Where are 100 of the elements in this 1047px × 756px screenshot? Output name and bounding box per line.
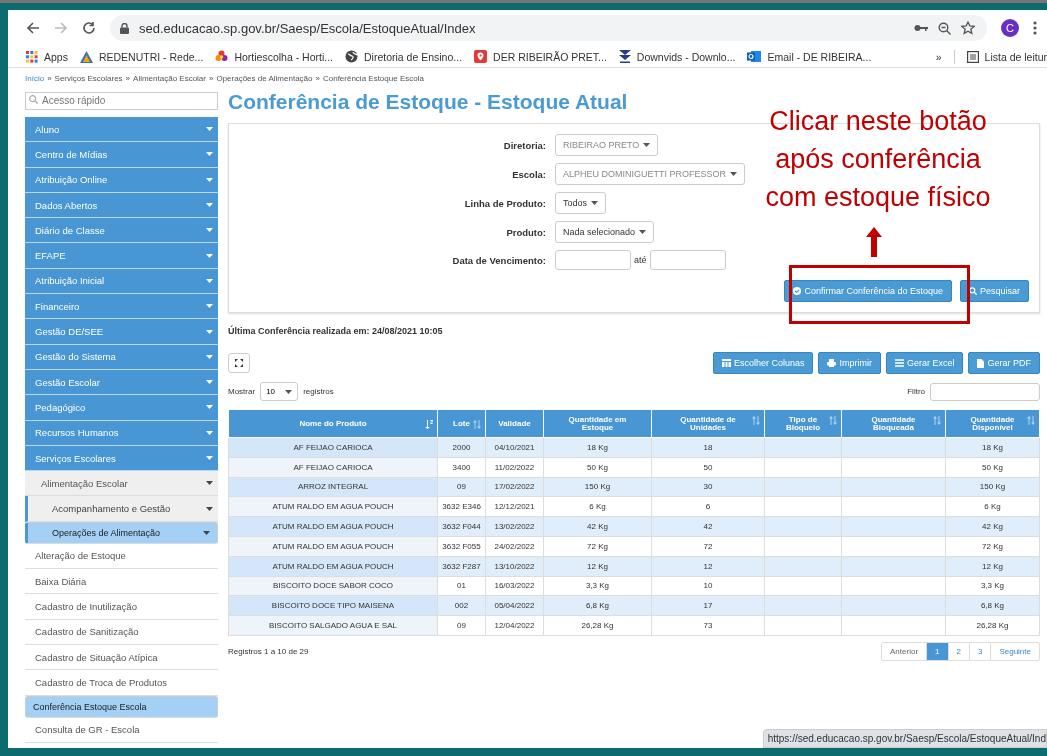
list-icon bbox=[894, 359, 904, 367]
table-icon bbox=[721, 359, 731, 367]
sidebar-menu-item[interactable]: Gestão Escolar bbox=[25, 369, 218, 396]
caret-icon bbox=[206, 304, 213, 309]
column-header[interactable]: Tipo de Bloqueio bbox=[764, 409, 842, 438]
sort-icon[interactable] bbox=[473, 419, 481, 429]
column-header[interactable]: Quantidade Disponível bbox=[945, 409, 1040, 438]
sidebar-menu-item[interactable]: Recursos Humanos bbox=[25, 420, 218, 446]
bookmark[interactable]: DER RIBEIRÃO PRET... bbox=[474, 50, 607, 63]
toolbar-button[interactable]: Escolher Colunas bbox=[712, 352, 814, 374]
column-header[interactable]: Nome do Produto bbox=[228, 409, 438, 438]
table-cell: ATUM RALDO EM AGUA POUCH bbox=[228, 516, 438, 537]
breadcrumb-link[interactable]: Serviços Escolares bbox=[54, 74, 123, 83]
page-button[interactable]: 2 bbox=[948, 642, 970, 660]
show-label: Mostrar bbox=[228, 387, 256, 396]
confirm-button[interactable]: Confirmar Conferência do Estoque bbox=[784, 280, 952, 302]
sidebar-menu-item[interactable]: Operações de Alimentação bbox=[25, 521, 218, 544]
forward-icon[interactable] bbox=[54, 21, 68, 35]
sidebar-menu-item[interactable]: EFAPE bbox=[25, 243, 218, 269]
expand-button[interactable] bbox=[228, 353, 250, 373]
star-icon[interactable] bbox=[961, 21, 975, 35]
apps-shortcut[interactable]: Apps bbox=[26, 50, 68, 63]
key-icon[interactable] bbox=[914, 24, 928, 32]
zoom-icon[interactable] bbox=[938, 21, 951, 35]
back-icon[interactable] bbox=[26, 21, 40, 35]
search-button[interactable]: Pesquisar bbox=[959, 280, 1029, 302]
breadcrumb-link[interactable]: Operações de Alimentação bbox=[216, 74, 313, 83]
search-field[interactable]: Acesso rápido bbox=[25, 91, 218, 110]
sort-icon[interactable] bbox=[752, 415, 760, 425]
sidebar-menu-item[interactable]: Pedagógico bbox=[25, 395, 218, 421]
caret-icon bbox=[206, 380, 213, 385]
sidebar-menu-item[interactable]: Atribuição Inicial bbox=[25, 268, 218, 295]
breadcrumb-separator: » bbox=[47, 74, 52, 83]
filter-field[interactable] bbox=[930, 382, 1040, 401]
column-header[interactable]: Validade bbox=[485, 409, 544, 438]
filter-label: Produto: bbox=[506, 226, 546, 238]
sidebar-menu-item[interactable]: Centro de Mídias bbox=[25, 142, 218, 168]
bookmark[interactable]: Downvids - Downlo... bbox=[618, 50, 736, 63]
range-separator: até bbox=[634, 255, 647, 265]
date-field[interactable] bbox=[555, 250, 631, 270]
sidebar-menu-item[interactable]: Acompanhamento e Gestão bbox=[25, 496, 218, 522]
breadcrumb-separator: » bbox=[125, 74, 131, 83]
bookmark[interactable]: Diretoria de Ensino... bbox=[345, 50, 463, 63]
table-cell: BISCOITO SALGADO AGUA E SAL bbox=[228, 615, 438, 636]
breadcrumb-link[interactable]: Conferência Estoque Escola bbox=[322, 74, 424, 83]
breadcrumb-link[interactable]: Início bbox=[25, 74, 45, 83]
toolbar-button[interactable]: Gerar PDF bbox=[968, 352, 1040, 374]
reading-list-button[interactable]: Lista de leitur bbox=[966, 50, 1047, 63]
sidebar-menu-item[interactable]: Atribuição Online bbox=[25, 167, 218, 193]
sort-icon[interactable] bbox=[933, 415, 941, 425]
annotation-text: Clicar neste botão após conferência com estoque físico bbox=[764, 105, 992, 214]
sort-icon[interactable] bbox=[1027, 415, 1035, 425]
column-header[interactable]: Quantidade Bloqueada bbox=[841, 409, 946, 438]
search-icon bbox=[968, 287, 977, 295]
next-page-button[interactable]: Seguinte bbox=[991, 642, 1039, 660]
bookmark[interactable]: Email - DE RIBEIRA... bbox=[747, 50, 872, 63]
page-button[interactable]: 1 bbox=[927, 642, 949, 660]
breadcrumb-separator: » bbox=[315, 74, 320, 83]
column-header[interactable]: Quantidade de Unidades bbox=[651, 409, 765, 438]
sort-icon[interactable] bbox=[829, 415, 837, 425]
filter-label: Linha de Produto: bbox=[464, 197, 546, 209]
dropdown[interactable]: Nada selecionado bbox=[555, 221, 655, 243]
page-size-dropdown[interactable]: 10 bbox=[260, 382, 299, 401]
table-cell: ATUM RALDO EM AGUA POUCH bbox=[228, 536, 438, 557]
sidebar-menu-item[interactable]: Gestão do Sistema bbox=[25, 344, 218, 370]
address-bar[interactable]: sed.educacao.sp.gov.br/Saesp/Escola/EstoqueAtual/Index bbox=[110, 15, 987, 41]
breadcrumb-link[interactable]: Alimentação Escolar bbox=[133, 74, 206, 83]
caret-icon bbox=[206, 177, 213, 182]
sidebar-menu-item[interactable]: Alimentação Escolar bbox=[25, 471, 218, 497]
caret-icon bbox=[206, 430, 213, 435]
filter-label: Diretoria: bbox=[503, 139, 546, 151]
profile-avatar[interactable]: C bbox=[1001, 19, 1019, 37]
sidebar-menu-item[interactable]: Dados Abertos bbox=[25, 192, 218, 219]
page-button[interactable]: 3 bbox=[969, 642, 992, 660]
flower-icon bbox=[215, 50, 229, 63]
caret-icon bbox=[591, 201, 599, 205]
globe-icon bbox=[345, 50, 358, 63]
bookmark[interactable]: Hortiescolha - Horti... bbox=[215, 50, 333, 63]
dropdown[interactable]: Todos bbox=[555, 192, 607, 214]
sidebar-menu-item[interactable]: Aluno bbox=[25, 117, 218, 143]
more-bookmarks-button[interactable]: » bbox=[935, 50, 942, 63]
bookmark[interactable]: REDENUTRI - Rede... bbox=[79, 50, 204, 63]
column-header[interactable]: Quantidade em Estoque bbox=[543, 409, 652, 438]
table-cell: ATUM RALDO EM AGUA POUCH bbox=[228, 556, 438, 577]
caret-icon bbox=[206, 278, 213, 283]
sidebar-menu-item[interactable]: Conferência Estoque Escola bbox=[25, 695, 218, 718]
toolbar-button[interactable]: Gerar Excel bbox=[885, 352, 964, 374]
sidebar-menu-item[interactable]: Gestão DE/SEE bbox=[25, 319, 218, 345]
url-text: sed.educacao.sp.gov.br/Saesp/Escola/EstoqueAtual/Index bbox=[139, 20, 476, 36]
records-info: Registros 1 a 10 de 29 bbox=[228, 646, 309, 656]
table-cell: ARROZ INTEGRAL bbox=[228, 477, 438, 497]
reload-icon[interactable] bbox=[82, 21, 96, 35]
date-field[interactable] bbox=[649, 250, 726, 270]
sidebar-menu-item[interactable]: Financeiro bbox=[25, 294, 218, 320]
sidebar-menu-item[interactable]: Diário de Classe bbox=[25, 218, 218, 244]
toolbar-button[interactable]: Imprimir bbox=[818, 352, 881, 374]
column-header[interactable]: Lote bbox=[437, 409, 486, 438]
sort-icon[interactable] bbox=[425, 419, 433, 429]
sidebar-menu-item[interactable]: Serviços Escolares bbox=[25, 445, 218, 472]
menu-icon[interactable] bbox=[1033, 21, 1037, 35]
